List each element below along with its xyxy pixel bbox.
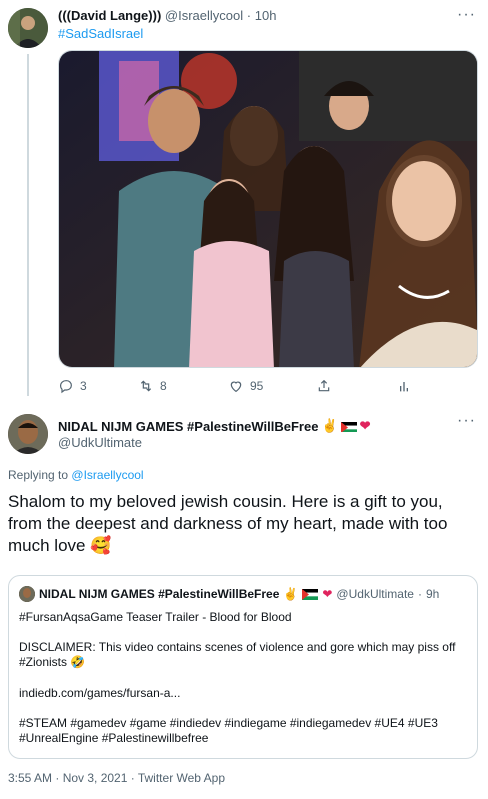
- dot-separator: ·: [246, 8, 252, 23]
- avatar[interactable]: [8, 414, 48, 454]
- like-count: 95: [250, 379, 264, 393]
- like-action[interactable]: 95: [228, 378, 263, 394]
- victory-hand-emoji: ✌: [283, 587, 299, 601]
- share-action[interactable]: [316, 378, 332, 394]
- red-heart-icon: ❤: [322, 587, 333, 601]
- avatar[interactable]: [8, 8, 48, 48]
- tweet-timestamp-footer[interactable]: 3:55 AM · Nov 3, 2021 · Twitter Web App: [8, 771, 225, 785]
- reply-icon: [60, 380, 72, 394]
- quote-line-link[interactable]: indiedb.com/games/fursan-a...: [19, 686, 469, 701]
- tweet-header: (((David Lange))) @Israellycool · 10h: [58, 8, 276, 23]
- quote-time: 9h: [425, 587, 440, 601]
- heart-icon: [230, 381, 242, 393]
- quote-line-title: #FursanAqsaGame Teaser Trailer - Blood f…: [19, 610, 292, 624]
- more-options-icon[interactable]: ···: [457, 412, 476, 430]
- dot-separator: ·: [417, 587, 422, 601]
- quote-line-disclaimer: DISCLAIMER: This video contains scenes o…: [19, 640, 456, 669]
- quoted-tweet[interactable]: NIDAL NIJM GAMES #PalestineWillBeFree ✌ …: [8, 575, 478, 759]
- hashtag-link[interactable]: #SadSadIsrael: [58, 26, 143, 41]
- analytics-icon: [400, 382, 408, 392]
- more-options-icon[interactable]: ···: [457, 6, 476, 24]
- quote-display-name: NIDAL NIJM GAMES #PalestineWillBeFree: [39, 587, 280, 601]
- palestine-flag-icon: [302, 588, 319, 600]
- replying-to-handle[interactable]: @Israellycool: [71, 468, 143, 482]
- replying-prefix: Replying to: [8, 468, 69, 482]
- victory-hand-emoji: ✌: [321, 418, 338, 433]
- reply-count: 3: [80, 379, 87, 393]
- quote-handle: @UdkUltimate: [336, 587, 414, 601]
- reply-action[interactable]: 3: [58, 378, 87, 394]
- display-name[interactable]: NIDAL NIJM GAMES #PalestineWillBeFree: [58, 419, 318, 434]
- tweet-photo[interactable]: [58, 50, 478, 368]
- share-icon: [318, 379, 330, 392]
- replying-to: Replying to @Israellycool: [8, 468, 144, 482]
- retweet-count: 8: [160, 379, 167, 393]
- retweet-icon: [140, 380, 152, 392]
- display-name[interactable]: (((David Lange))): [58, 8, 161, 23]
- retweet-action[interactable]: 8: [138, 378, 167, 394]
- display-name-row: NIDAL NIJM GAMES #PalestineWillBeFree ✌ …: [58, 418, 371, 434]
- tweet-actions: 3 8 95: [58, 378, 438, 398]
- tweet-text: Shalom to my beloved jewish cousin. Here…: [8, 492, 448, 555]
- red-heart-icon: ❤: [359, 418, 371, 433]
- handle[interactable]: @Israellycool: [165, 8, 243, 23]
- timestamp[interactable]: 10h: [255, 8, 277, 23]
- handle[interactable]: @UdkUltimate: [58, 435, 142, 450]
- avatar: [19, 586, 35, 602]
- quote-line-hashtags: #STEAM #gamedev #game #indiedev #indiega…: [19, 716, 438, 745]
- analytics-action[interactable]: [396, 378, 412, 394]
- palestine-flag-icon: [340, 421, 357, 432]
- quote-header: NIDAL NIJM GAMES #PalestineWillBeFree ✌ …: [19, 586, 439, 602]
- thread-connector-line: [27, 54, 29, 396]
